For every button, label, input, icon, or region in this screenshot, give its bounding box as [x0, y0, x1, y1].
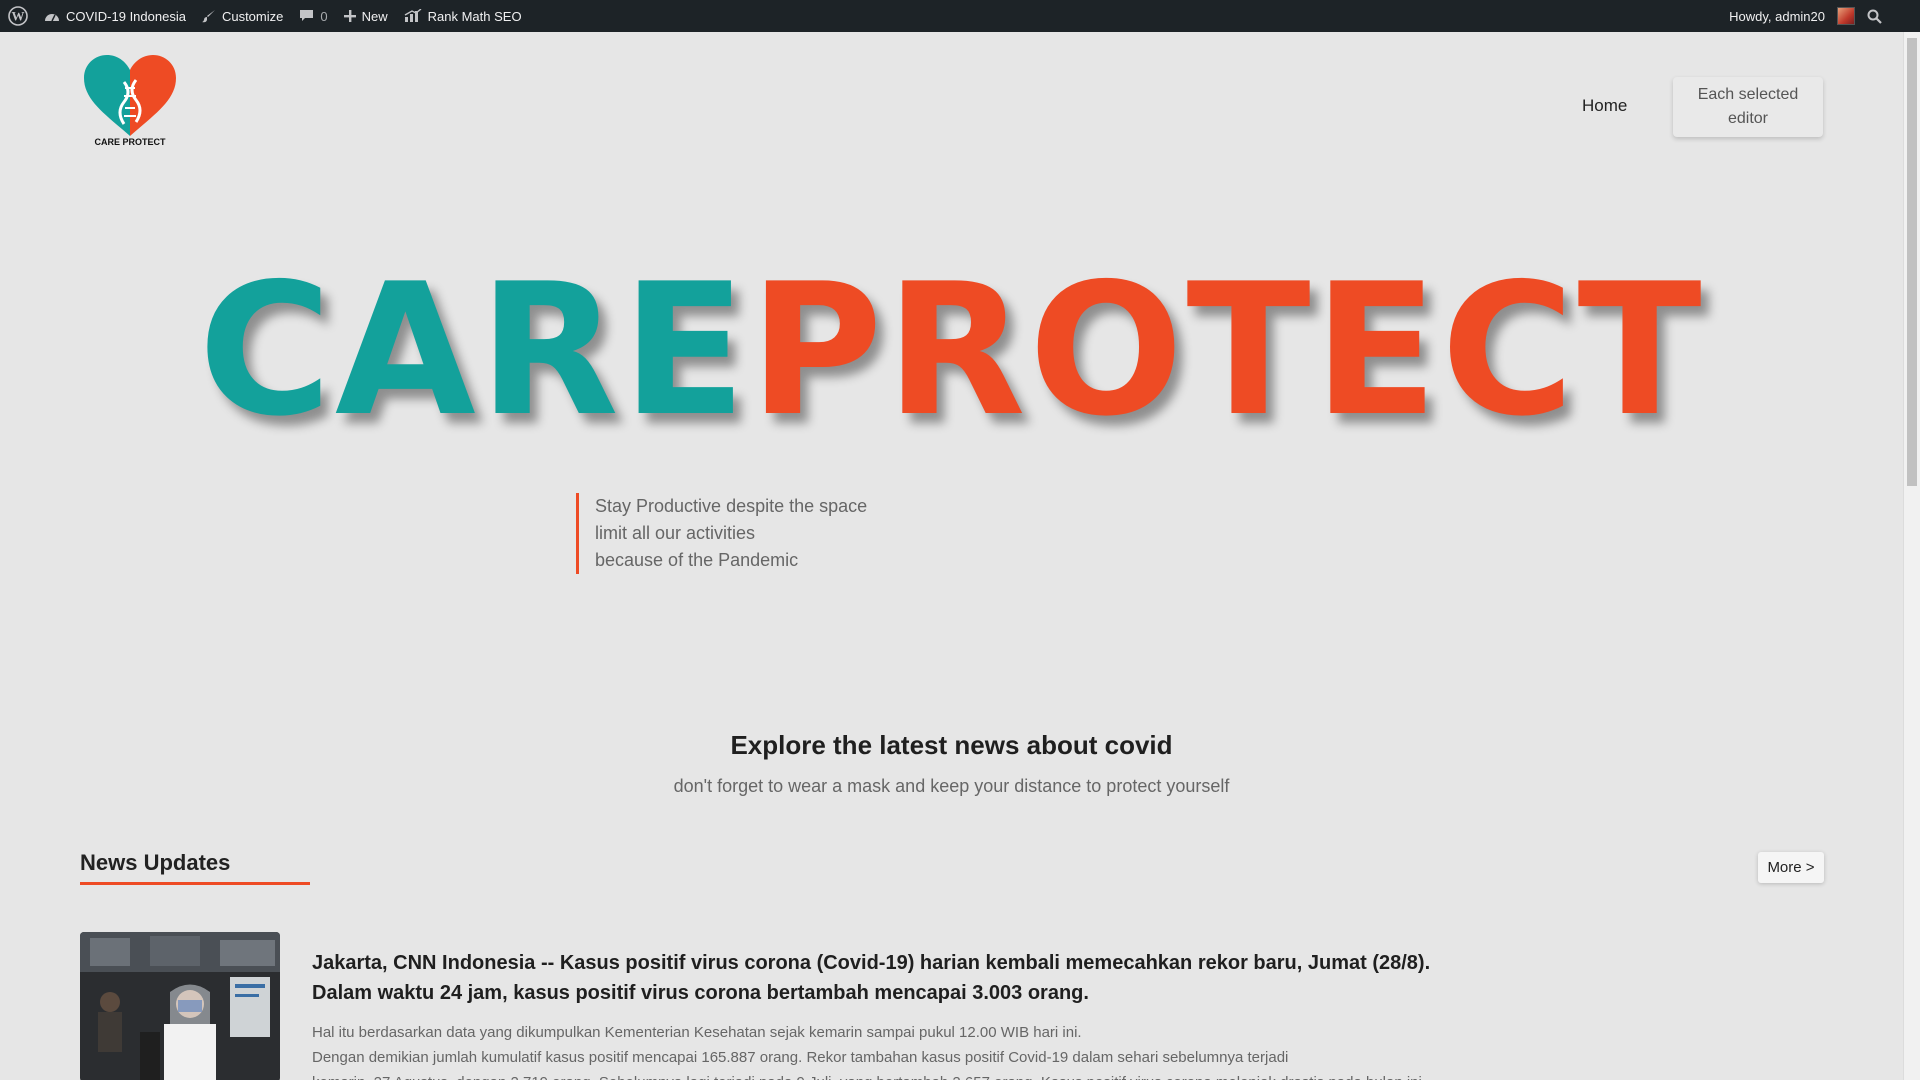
news-excerpt-line: Dengan demikian jumlah kumulatif kasus p…	[312, 1049, 1289, 1066]
news-thumbnail-image[interactable]	[80, 932, 280, 1080]
site-name-link[interactable]: COVID-19 Indonesia	[36, 0, 194, 32]
nav-editor-button[interactable]: Each selected editor	[1673, 77, 1823, 137]
search-button[interactable]	[1859, 0, 1890, 32]
explore-title: Explore the latest news about covid	[730, 730, 1173, 760]
svg-text:W: W	[12, 9, 25, 24]
rank-math-label: Rank Math SEO	[427, 8, 522, 24]
brush-icon	[201, 9, 216, 23]
news-excerpt: Hal itu berdasarkan data yang dikumpulka…	[312, 1020, 1612, 1080]
more-news-button[interactable]: More >	[1758, 852, 1824, 883]
hero-quote: Stay Productive despite the space limit …	[576, 493, 867, 574]
comments-link[interactable]: 0	[291, 0, 335, 32]
howdy-label: Howdy, admin20	[1729, 8, 1825, 24]
wordpress-icon: W	[8, 6, 28, 26]
rank-math-link[interactable]: Rank Math SEO	[396, 0, 530, 32]
customize-label: Customize	[221, 8, 284, 24]
news-headline-line: Jakarta, CNN Indonesia -- Kasus positif …	[312, 952, 1431, 974]
nav-editor-label-line1: Each selected	[1697, 86, 1799, 103]
hero-title: CAREPROTECT	[0, 240, 1903, 460]
hero-quote-line: because of the Pandemic	[595, 550, 799, 570]
news-section-title: News Updates	[80, 850, 310, 885]
heart-logo-icon	[84, 55, 176, 136]
hero-quote-line: Stay Productive despite the space	[595, 496, 868, 516]
site-name-label: COVID-19 Indonesia	[66, 8, 186, 24]
rank-math-icon	[404, 9, 422, 23]
hero-quote-line: limit all our activities	[595, 523, 756, 543]
comment-icon	[299, 9, 314, 23]
search-icon	[1867, 9, 1882, 24]
explore-subtitle: don't forget to wear a mask and keep you…	[673, 776, 1230, 796]
my-account-link[interactable]: Howdy, admin20	[1721, 0, 1859, 32]
admin-bar: W COVID-19 Indonesia Customize 0 New Ran…	[0, 0, 1920, 32]
plus-icon	[343, 10, 356, 22]
news-headline[interactable]: Jakarta, CNN Indonesia -- Kasus positif …	[312, 948, 1612, 1008]
hero-word-protect: PROTECT	[749, 244, 1705, 456]
scrollbar-thumb[interactable]	[1907, 38, 1917, 486]
hero-word-care: CARE	[198, 244, 750, 456]
nav-home-link[interactable]: Home	[1582, 96, 1627, 116]
news-headline-line: Dalam waktu 24 jam, kasus positif virus …	[312, 982, 1089, 1004]
customize-link[interactable]: Customize	[194, 0, 291, 32]
new-label: New	[361, 8, 388, 24]
avatar	[1837, 7, 1855, 25]
dashboard-icon	[44, 9, 60, 23]
wordpress-logo-button[interactable]: W	[0, 0, 36, 32]
news-excerpt-line: kemarin, 27 Agustus, dengan 2.719 orang.…	[312, 1070, 1612, 1080]
logo-text: CARE PROTECT	[94, 137, 166, 147]
page-scrollbar[interactable]	[1903, 32, 1920, 1080]
news-excerpt-line: Hal itu berdasarkan data yang dikumpulka…	[312, 1024, 1082, 1041]
nav-editor-label-line2: editor	[1727, 110, 1769, 127]
new-content-link[interactable]: New	[336, 0, 396, 32]
comments-count: 0	[320, 8, 328, 24]
